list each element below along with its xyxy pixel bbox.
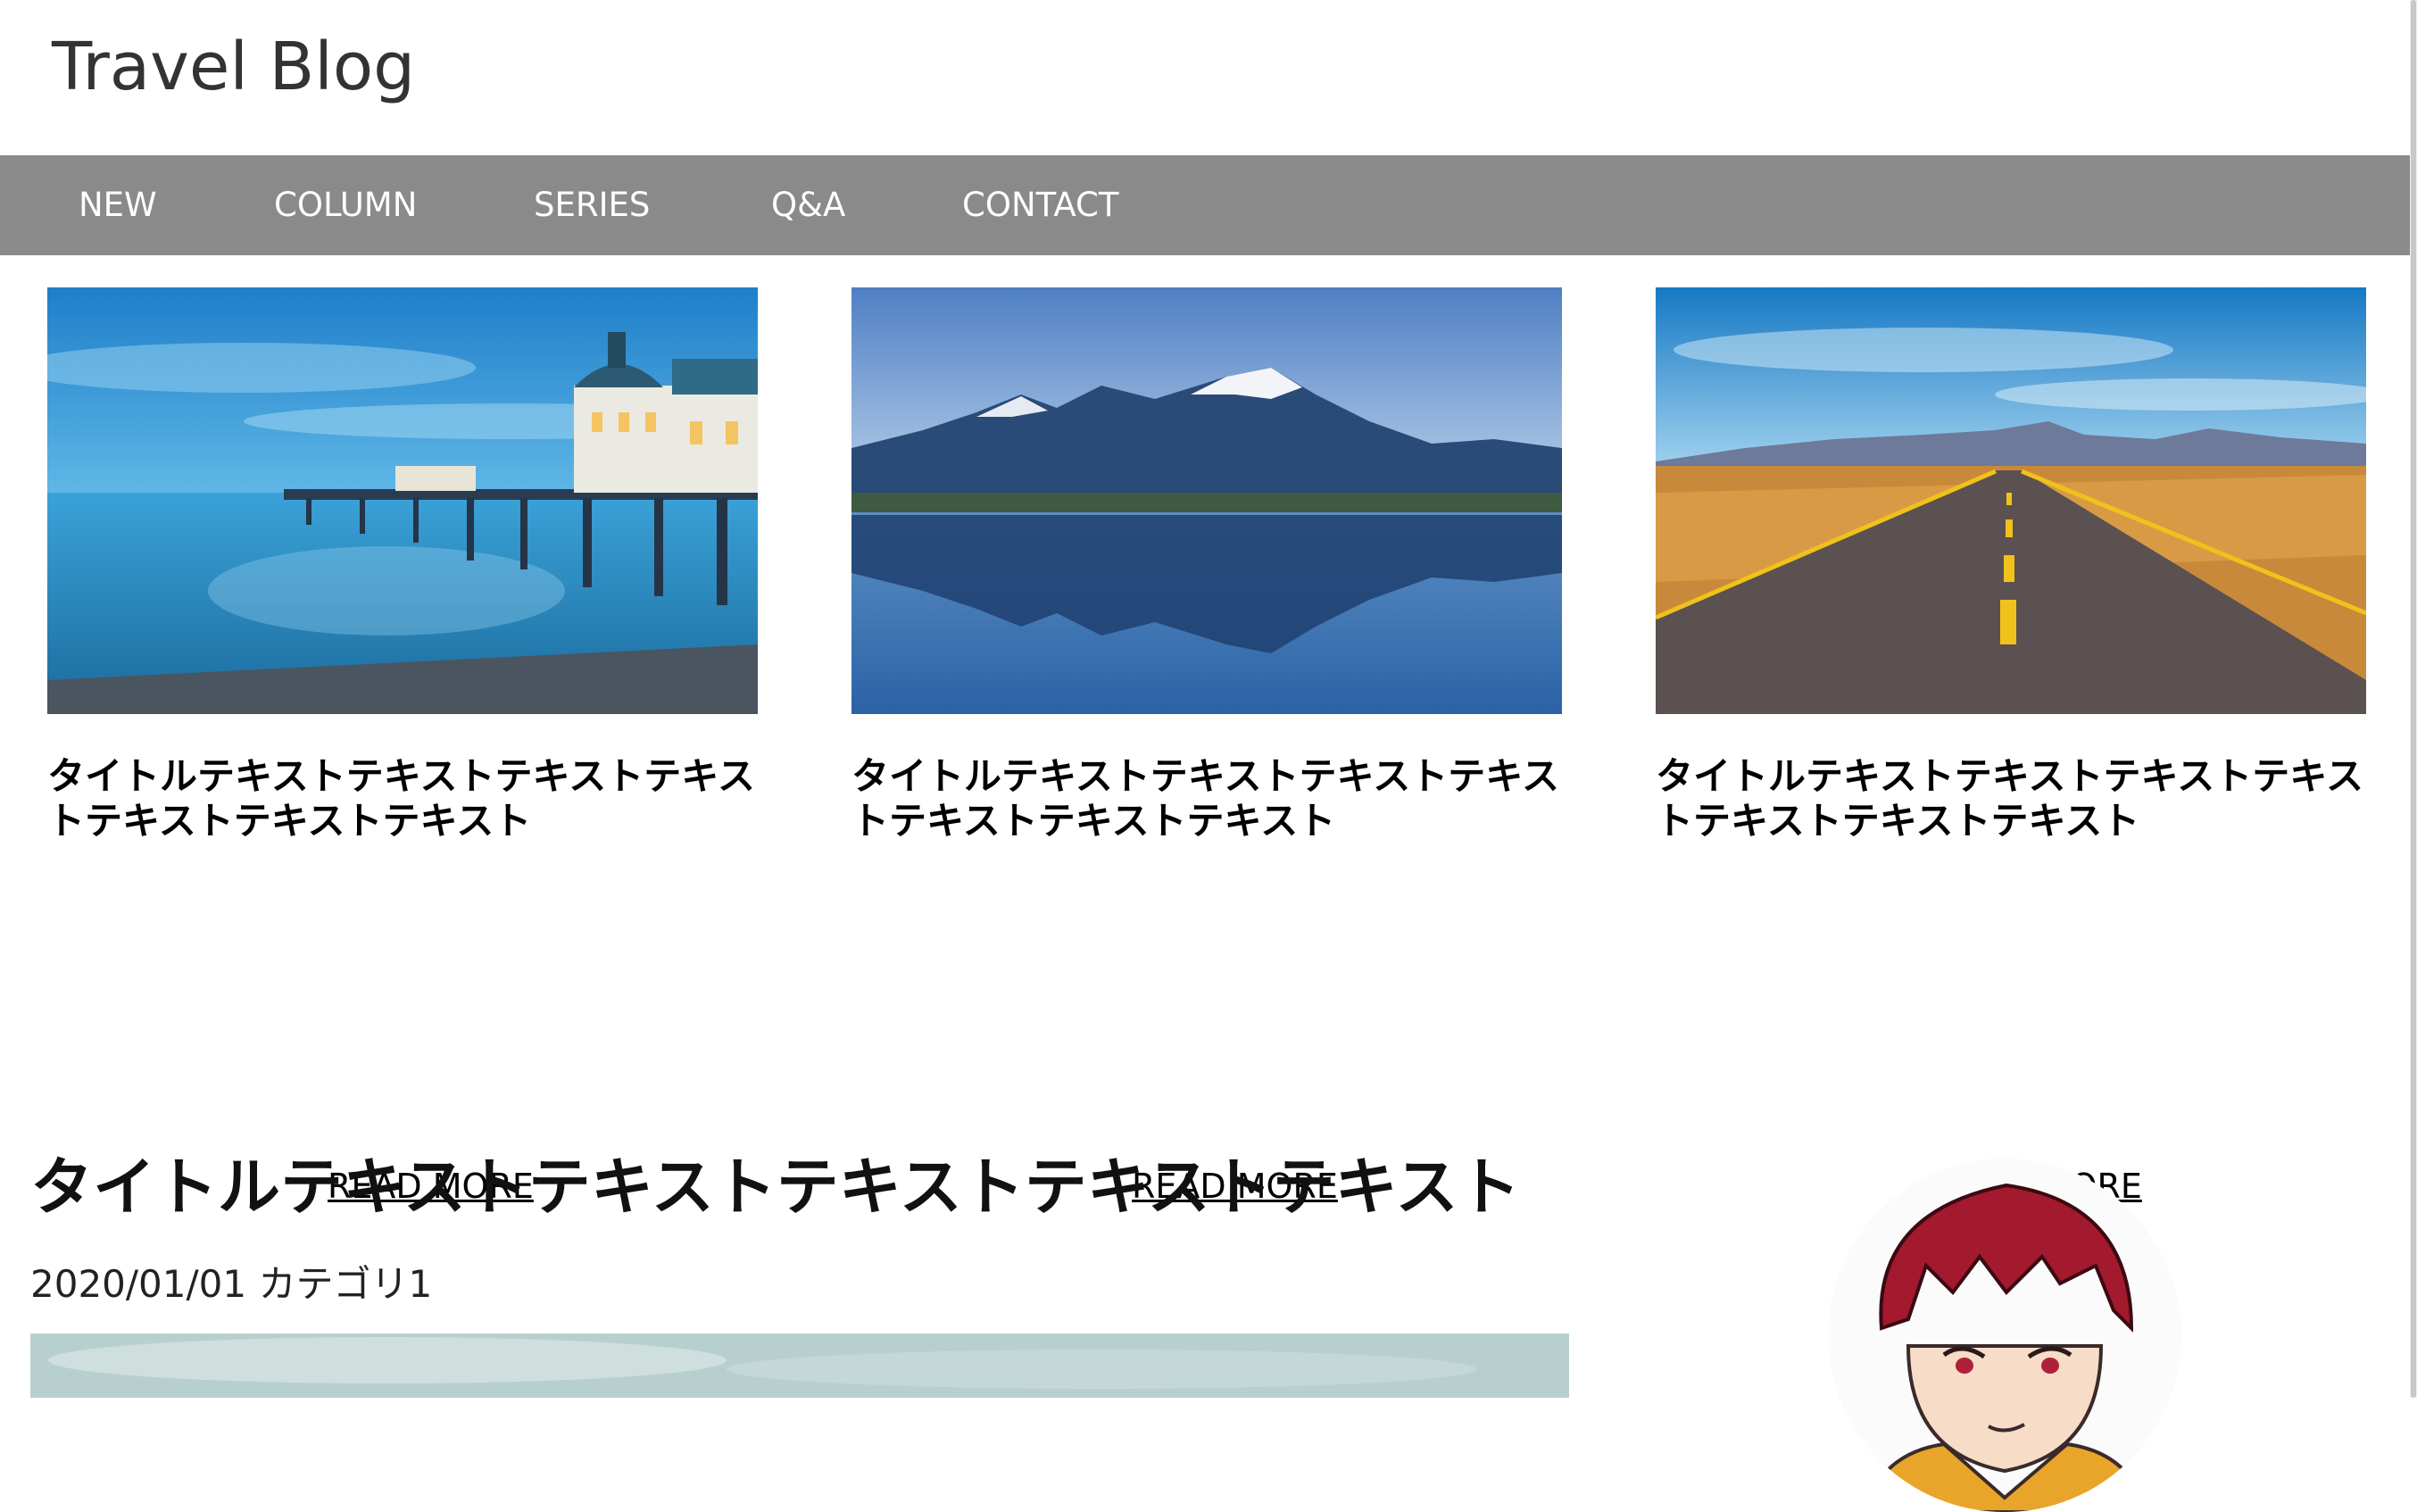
nav-item-contact[interactable]: CONTACT <box>962 155 1118 255</box>
avatar-illustration <box>1828 1159 2181 1512</box>
mountain-lake-reflection-photo[interactable] <box>851 287 1562 714</box>
post-title[interactable]: タイトルテキストテキストテキストテキストテキスト <box>30 1147 1521 1227</box>
card-title[interactable]: タイトルテキストテキストテキストテキストテキストテキストテキスト <box>1656 754 2396 843</box>
desert-road-photo[interactable] <box>1656 287 2366 714</box>
scrollbar-thumb[interactable] <box>2411 0 2416 1398</box>
post-category[interactable]: カテゴリ1 <box>258 1262 432 1306</box>
article-card: タイトルテキストテキストテキストテキストテキストテキストテキスト READ MO… <box>851 287 1562 1206</box>
article-card: タイトルテキストテキストテキストテキストテキストテキストテキスト READ MO… <box>47 287 758 1206</box>
pier-at-dusk-photo[interactable] <box>47 287 758 714</box>
nav-item-column[interactable]: COLUMN <box>274 155 417 255</box>
post-meta: 2020/01/01 カテゴリ1 <box>30 1259 432 1309</box>
article-card: タイトルテキストテキストテキストテキストテキストテキストテキスト READ MO… <box>1656 287 2366 1206</box>
scrollbar[interactable] <box>2410 0 2417 1398</box>
card-title[interactable]: タイトルテキストテキストテキストテキストテキストテキストテキスト <box>47 754 788 843</box>
site-title[interactable]: Travel Blog <box>52 27 415 107</box>
post-date: 2020/01/01 <box>30 1262 247 1306</box>
author-avatar[interactable] <box>1828 1159 2181 1512</box>
post-hero-image <box>30 1333 1569 1398</box>
nav-item-qa[interactable]: Q&A <box>771 155 845 255</box>
card-title[interactable]: タイトルテキストテキストテキストテキストテキストテキストテキスト <box>851 754 1592 843</box>
main-nav: NEW COLUMN SERIES Q&A CONTACT <box>0 155 2410 255</box>
nav-item-new[interactable]: NEW <box>79 155 157 255</box>
nav-item-series[interactable]: SERIES <box>534 155 650 255</box>
